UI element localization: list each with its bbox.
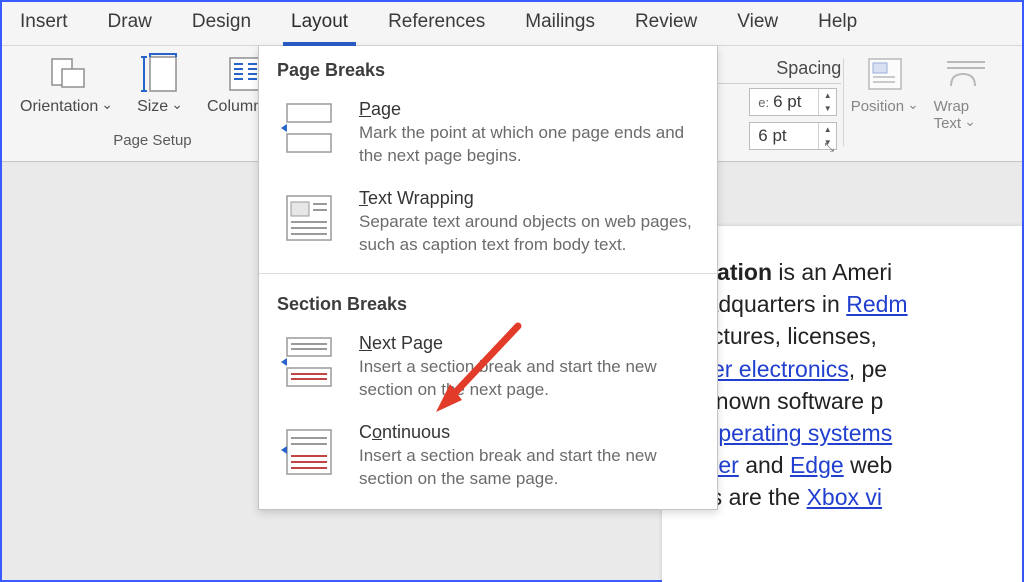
break-text-wrapping-desc: Separate text around objects on web page… [359, 211, 701, 257]
size-icon [140, 52, 180, 96]
spinner-arrows[interactable]: ▲▼ [818, 89, 836, 115]
next-page-break-icon [277, 333, 341, 393]
tab-insert[interactable]: Insert [12, 2, 76, 46]
orientation-button[interactable]: Orientation [14, 50, 119, 118]
size-button[interactable]: Size [129, 50, 191, 118]
break-page-item[interactable]: Page Mark the point at which one page en… [259, 89, 717, 178]
wrap-text-icon [945, 52, 987, 96]
wrap-text-label: Wrap Text [934, 98, 998, 132]
tab-draw[interactable]: Draw [100, 2, 160, 46]
break-page-desc: Mark the point at which one page ends an… [359, 122, 701, 168]
doc-line: headquarters in Redm [680, 288, 1018, 320]
position-icon [865, 52, 905, 96]
section-breaks-heading: Section Breaks [259, 280, 717, 323]
tab-view[interactable]: View [729, 2, 786, 46]
hyperlink[interactable]: Edge [790, 452, 844, 478]
size-label: Size [137, 98, 183, 116]
doc-line: plorer and Edge web [680, 449, 1018, 481]
hyperlink[interactable]: operating systems [706, 420, 893, 446]
text-wrapping-icon [277, 188, 341, 248]
doc-line: ufactures, licenses, [680, 320, 1018, 352]
spacing-heading: Spacing [776, 58, 841, 79]
break-text-wrapping-title: Text Wrapping [359, 188, 701, 209]
orientation-icon [45, 52, 89, 96]
tab-references[interactable]: References [380, 2, 493, 46]
break-continuous-desc: Insert a section break and start the new… [359, 445, 701, 491]
tab-layout[interactable]: Layout [283, 2, 356, 46]
wrap-text-button[interactable]: Wrap Text [928, 50, 1004, 134]
doc-line: of operating systems [680, 417, 1018, 449]
dropdown-divider [259, 273, 717, 274]
position-label: Position [851, 98, 919, 115]
tab-review[interactable]: Review [627, 2, 705, 46]
break-next-page-desc: Insert a section break and start the new… [359, 356, 701, 402]
group-separator [843, 58, 844, 146]
page-breaks-heading: Page Breaks [259, 46, 717, 89]
spacing-before-value: 6 pt [773, 92, 801, 112]
tab-design[interactable]: Design [184, 2, 259, 46]
break-continuous-title: Continuous [359, 422, 701, 443]
paragraph-dialog-launcher[interactable]: ⤡ [824, 140, 834, 155]
spacing-before-input[interactable]: e: 6 pt ▲▼ [749, 88, 837, 116]
break-next-page-item[interactable]: Next Page Insert a section break and sta… [259, 323, 717, 412]
break-next-page-title: Next Page [359, 333, 701, 354]
hyperlink[interactable]: Redm [846, 291, 907, 317]
tab-mailings[interactable]: Mailings [517, 2, 603, 46]
breaks-dropdown: Page Breaks Page Mark the point at which… [258, 46, 718, 510]
hyperlink[interactable]: Xbox vi [807, 484, 882, 510]
break-text-wrapping-item[interactable]: Text Wrapping Separate text around objec… [259, 178, 717, 267]
doc-line: st known software p [680, 385, 1018, 417]
ribbon-tabs: Insert Draw Design Layout References Mai… [2, 2, 1022, 46]
break-page-title: Page [359, 99, 701, 120]
doc-line: umer electronics, pe [680, 353, 1018, 385]
tab-help[interactable]: Help [810, 2, 865, 46]
break-continuous-item[interactable]: Continuous Insert a section break and st… [259, 412, 717, 501]
doc-line: ucts are the Xbox vi [680, 481, 1018, 513]
spacing-after-value: 6 pt [758, 126, 786, 146]
spacing-before-prefix: e: [758, 95, 769, 110]
group-arrange: Position Wrap Text [846, 50, 1010, 160]
orientation-label: Orientation [20, 98, 113, 116]
position-button[interactable]: Position [852, 50, 918, 117]
group-page-setup: Orientation Size [8, 50, 297, 160]
page-setup-group-label: Page Setup [113, 132, 191, 149]
page-break-icon [277, 99, 341, 159]
continuous-break-icon [277, 422, 341, 482]
doc-line: poration is an Ameri [680, 256, 1018, 288]
